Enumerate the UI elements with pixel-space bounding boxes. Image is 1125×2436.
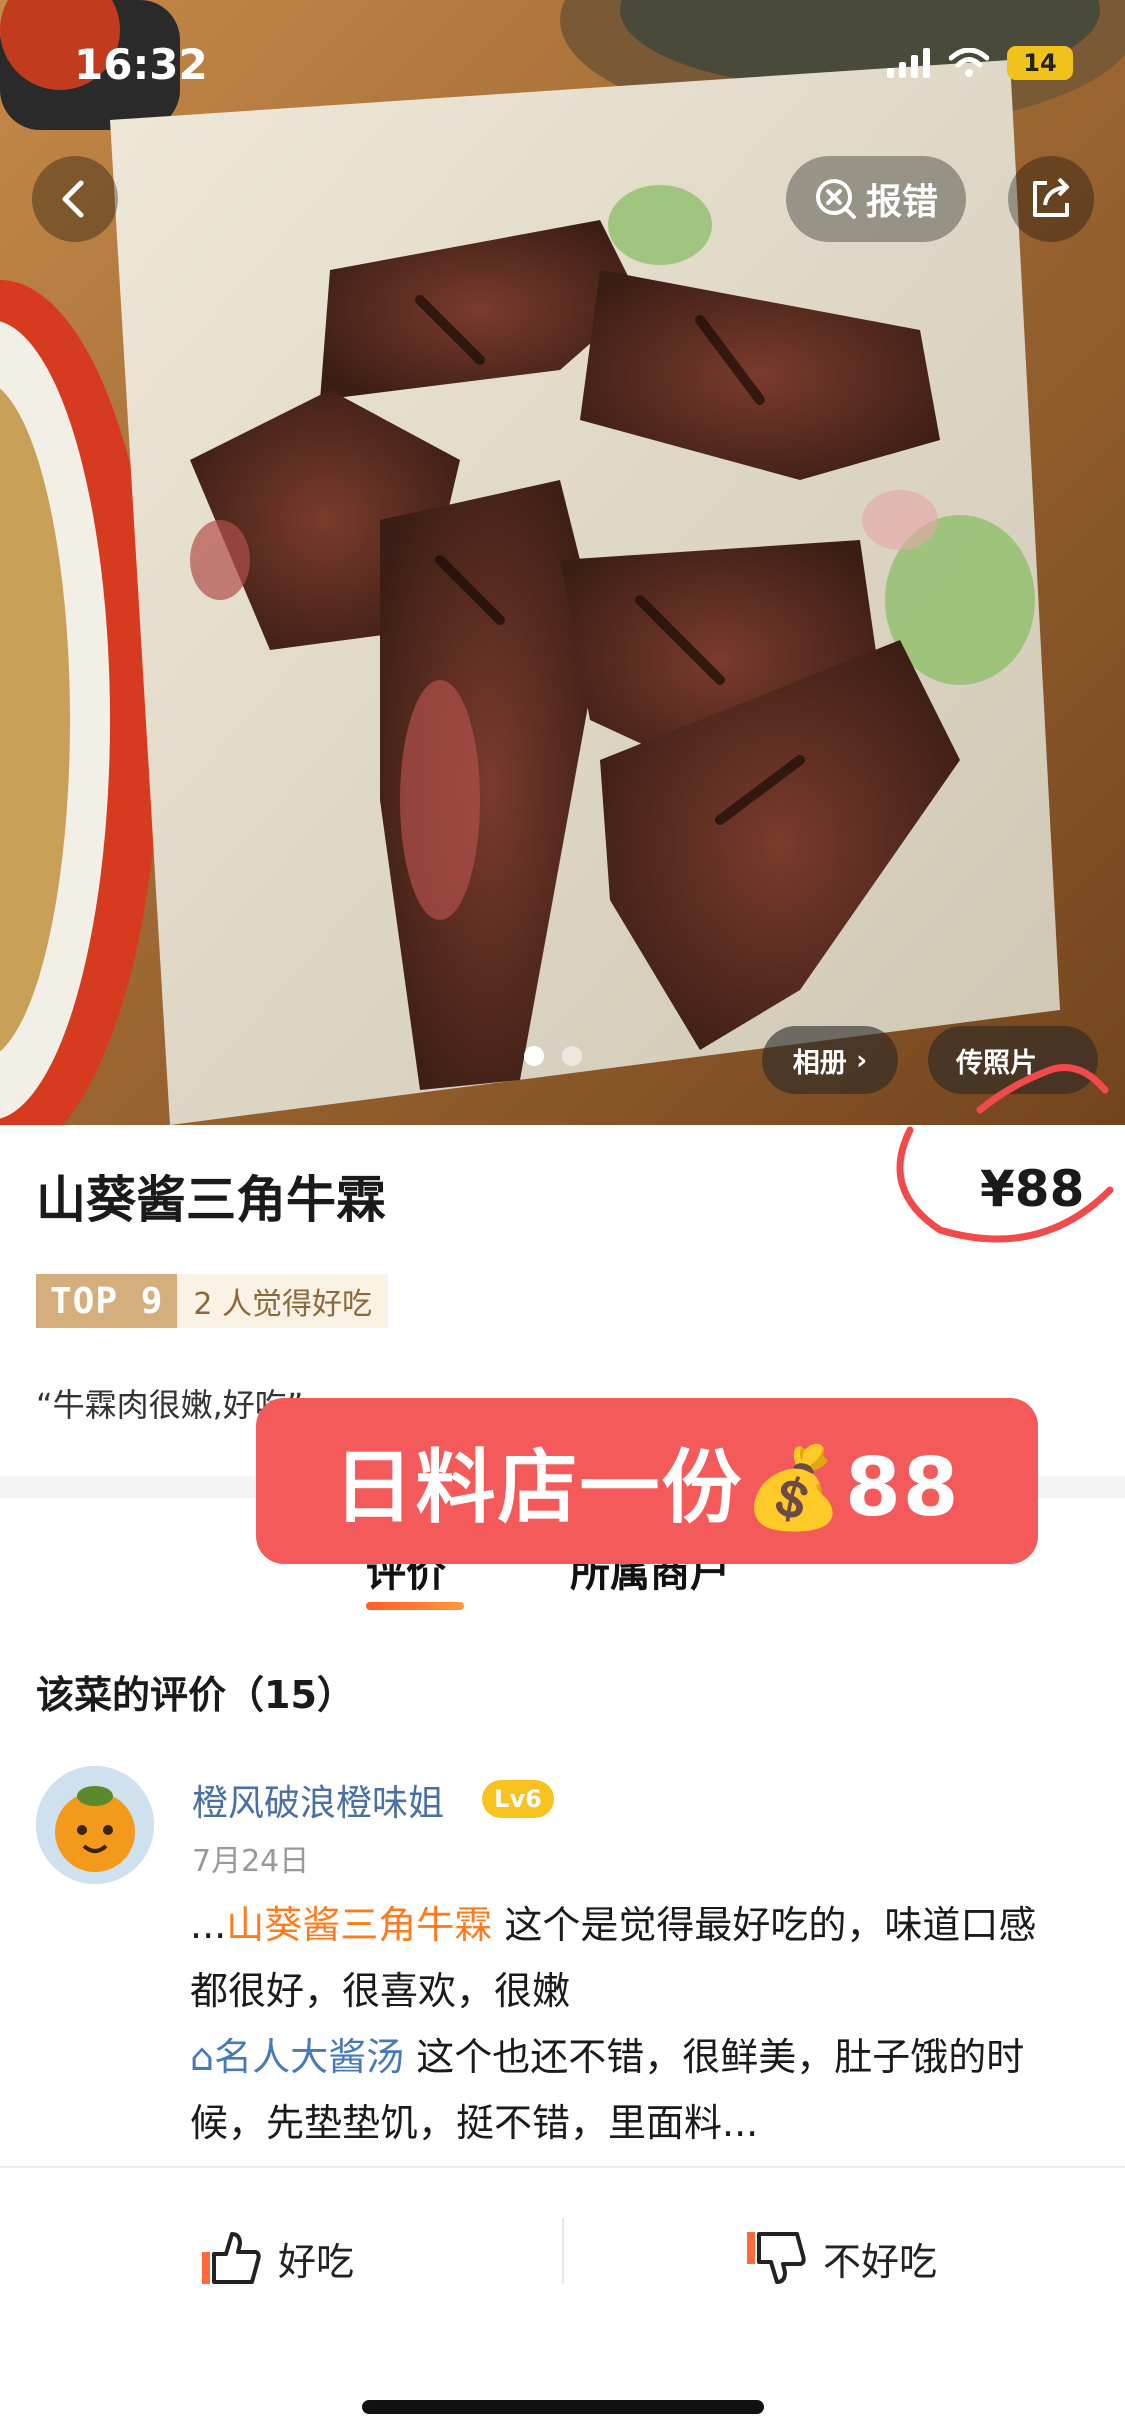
page-dot-active xyxy=(524,1046,544,1066)
report-icon xyxy=(815,179,856,219)
home-indicator xyxy=(362,2400,764,2414)
vote-divider xyxy=(562,2218,564,2284)
cellular-signal-icon xyxy=(887,48,930,78)
dish-name: 山葵酱三角牛霖 xyxy=(36,1171,386,1229)
review-date: 7月24日 xyxy=(192,1844,310,1879)
thumbs-up-icon xyxy=(202,2232,261,2284)
vote-bar: 好吃 不好吃 xyxy=(0,2166,1125,2436)
status-icons: 14 xyxy=(887,46,1073,80)
dish-badges: TOP 9 2 人觉得好吃 xyxy=(36,1274,388,1328)
upload-label: 传照片 xyxy=(956,1047,1037,1079)
reviewer-name[interactable]: 橙风破浪橙味姐 xyxy=(192,1774,444,1826)
status-time: 16:32 xyxy=(74,40,208,89)
dish-link-2[interactable]: 名人大酱汤 xyxy=(214,2035,404,2079)
review-text[interactable]: ...山葵酱三角牛霖 这个是觉得最好吃的，味道口感都很好，很喜欢，很嫩 ⌂名人大… xyxy=(190,1892,1070,2156)
dislike-button[interactable]: 不好吃 xyxy=(745,2218,937,2298)
gallery-page-indicator xyxy=(524,1046,582,1066)
thumbs-down-icon xyxy=(747,2232,806,2284)
bell-icon: ⌂ xyxy=(190,2035,215,2079)
page-dot xyxy=(562,1046,582,1066)
chevron-right-icon: › xyxy=(846,1044,868,1076)
report-label: 报错 xyxy=(865,182,938,223)
dish-photo-gallery[interactable]: 16:32 14 报错 相册 › 传照片 xyxy=(0,0,1125,1125)
reviews-section-title: 该菜的评价（15） xyxy=(36,1673,355,1717)
review-prefix: ... xyxy=(190,1903,227,1947)
rank-badge: TOP 9 xyxy=(36,1274,178,1328)
like-button[interactable]: 好吃 xyxy=(200,2218,354,2298)
album-label: 相册 xyxy=(792,1047,847,1079)
battery-indicator: 14 xyxy=(1007,46,1073,80)
status-bar: 16:32 14 xyxy=(0,0,1125,135)
active-tab-underline xyxy=(366,1602,464,1610)
share-icon xyxy=(1033,177,1069,217)
dish-price: ¥88 xyxy=(980,1160,1085,1218)
like-count-badge: 2 人觉得好吃 xyxy=(177,1274,388,1328)
dish-photo xyxy=(0,0,1125,1125)
report-error-button[interactable]: 报错 xyxy=(786,156,966,242)
overlay-banner: 日料店一份💰88 xyxy=(256,1398,1038,1564)
chevron-left-icon xyxy=(62,180,84,218)
user-level-badge: Lv6 xyxy=(482,1780,554,1818)
share-button[interactable] xyxy=(1008,156,1094,242)
back-button[interactable] xyxy=(32,156,118,242)
avatar[interactable] xyxy=(36,1766,154,1884)
wifi-icon xyxy=(949,48,989,77)
album-button[interactable]: 相册 › xyxy=(762,1026,898,1094)
dislike-label: 不好吃 xyxy=(823,2239,938,2284)
avatar-image xyxy=(36,1766,154,1884)
like-label: 好吃 xyxy=(278,2239,355,2284)
upload-photo-button[interactable]: 传照片 xyxy=(928,1026,1098,1094)
dish-link[interactable]: 山葵酱三角牛霖 xyxy=(226,1903,492,1947)
